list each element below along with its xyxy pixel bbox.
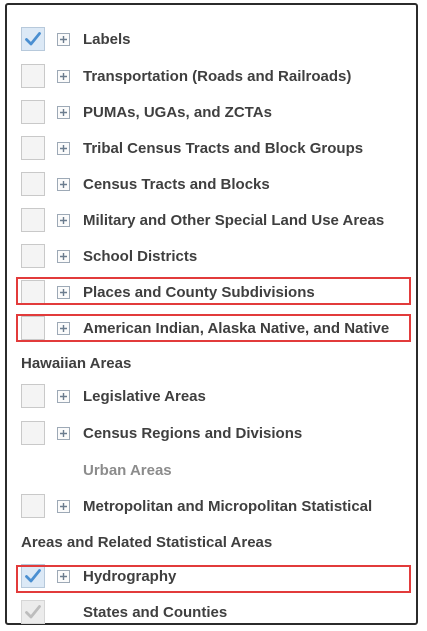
layer-checkbox-census-regions-and-divisions[interactable] <box>21 421 45 445</box>
plus-icon <box>60 252 67 260</box>
expand-button-labels[interactable] <box>57 32 70 46</box>
layer-checkbox-transportation-roads-and-railroads[interactable] <box>21 64 45 88</box>
plus-icon <box>60 502 67 510</box>
expand-button-american-indian-alaska-native-and-native[interactable] <box>57 321 70 335</box>
checkmark-icon <box>25 569 41 583</box>
layer-list-panel: Labels Transportation (Roads and Railroad… <box>5 3 418 625</box>
plus-icon <box>60 572 67 580</box>
expand-button-legislative-areas[interactable] <box>57 389 70 403</box>
checkmark-icon <box>25 605 41 619</box>
expand-button-pumas-ugas-and-zctas[interactable] <box>57 105 70 119</box>
expand-button-school-districts[interactable] <box>57 249 70 263</box>
plus-icon <box>60 35 67 43</box>
plus-icon <box>60 288 67 296</box>
layer-row-census-regions-and-divisions: Census Regions and Divisions <box>21 418 302 448</box>
layer-row-hydrography: Hydrography <box>21 561 176 591</box>
layer-label: Census Regions and Divisions <box>83 424 303 442</box>
layer-label: PUMAs, UGAs, and ZCTAs <box>83 103 272 121</box>
layer-label: Urban Areas <box>83 461 172 479</box>
layer-label: Military and Other Special Land Use Area… <box>83 211 385 229</box>
layer-label: Legislative Areas <box>83 387 206 405</box>
layer-row-legislative-areas: Legislative Areas <box>21 381 206 411</box>
expand-button-tribal-census-tracts-and-block-groups[interactable] <box>57 141 70 155</box>
layer-label: States and Counties <box>83 603 228 621</box>
layer-row-american-indian-alaska-native-and-native: American Indian, Alaska Native, and Nati… <box>21 313 389 343</box>
checkmark-icon <box>25 32 41 46</box>
layer-label: Hydrography <box>83 567 177 585</box>
expand-button-census-tracts-and-blocks[interactable] <box>57 177 70 191</box>
layer-row-urban-areas: Urban Areas <box>21 455 172 485</box>
plus-icon <box>60 180 67 188</box>
layer-row-places-and-county-subdivisions: Places and County Subdivisions <box>21 277 315 307</box>
expand-button-census-regions-and-divisions[interactable] <box>57 426 70 440</box>
layer-row-pumas-ugas-and-zctas: PUMAs, UGAs, and ZCTAs <box>21 97 272 127</box>
layer-label: American Indian, Alaska Native, and Nati… <box>83 319 390 337</box>
layer-label-continued: Areas and Related Statistical Areas <box>21 533 273 551</box>
layer-label: School Districts <box>83 247 198 265</box>
layer-label: Metropolitan and Micropolitan Statistica… <box>83 497 373 515</box>
layer-checkbox-legislative-areas[interactable] <box>21 384 45 408</box>
layer-row-transportation-roads-and-railroads: Transportation (Roads and Railroads) <box>21 61 351 91</box>
layer-checkbox-states-and-counties <box>21 600 45 624</box>
layer-checkbox-metropolitan-and-micropolitan-statistical[interactable] <box>21 494 45 518</box>
layer-label: Transportation (Roads and Railroads) <box>83 67 352 85</box>
layer-checkbox-military-and-other-special-land-use-areas[interactable] <box>21 208 45 232</box>
layer-row-tribal-census-tracts-and-block-groups: Tribal Census Tracts and Block Groups <box>21 133 363 163</box>
plus-icon <box>60 144 67 152</box>
layer-label: Census Tracts and Blocks <box>83 175 270 193</box>
layer-row-military-and-other-special-land-use-areas: Military and Other Special Land Use Area… <box>21 205 384 235</box>
layer-checkbox-labels[interactable] <box>21 27 45 51</box>
layer-row-states-and-counties: States and Counties <box>21 597 227 627</box>
layer-checkbox-tribal-census-tracts-and-block-groups[interactable] <box>21 136 45 160</box>
plus-icon <box>60 429 67 437</box>
layer-row-census-tracts-and-blocks: Census Tracts and Blocks <box>21 169 270 199</box>
plus-icon <box>60 216 67 224</box>
layer-label: Labels <box>83 30 131 48</box>
layer-label-continued: Hawaiian Areas <box>21 354 132 372</box>
layer-label: Tribal Census Tracts and Block Groups <box>83 139 364 157</box>
layer-row-metropolitan-and-micropolitan-statistical: Metropolitan and Micropolitan Statistica… <box>21 491 372 521</box>
layer-checkbox-american-indian-alaska-native-and-native[interactable] <box>21 316 45 340</box>
layer-row-school-districts: School Districts <box>21 241 197 271</box>
expand-button-transportation-roads-and-railroads[interactable] <box>57 69 70 83</box>
expand-button-hydrography[interactable] <box>57 569 70 583</box>
layer-checkbox-pumas-ugas-and-zctas[interactable] <box>21 100 45 124</box>
layer-label: Places and County Subdivisions <box>83 283 315 301</box>
plus-icon <box>60 108 67 116</box>
layer-row-labels: Labels <box>21 24 131 54</box>
layer-checkbox-hydrography[interactable] <box>21 564 45 588</box>
expand-button-metropolitan-and-micropolitan-statistical[interactable] <box>57 499 70 513</box>
layer-checkbox-places-and-county-subdivisions[interactable] <box>21 280 45 304</box>
plus-icon <box>60 392 67 400</box>
expand-button-military-and-other-special-land-use-areas[interactable] <box>57 213 70 227</box>
expand-button-places-and-county-subdivisions[interactable] <box>57 285 70 299</box>
plus-icon <box>60 324 67 332</box>
layer-checkbox-census-tracts-and-blocks[interactable] <box>21 172 45 196</box>
plus-icon <box>60 72 67 80</box>
layer-checkbox-school-districts[interactable] <box>21 244 45 268</box>
